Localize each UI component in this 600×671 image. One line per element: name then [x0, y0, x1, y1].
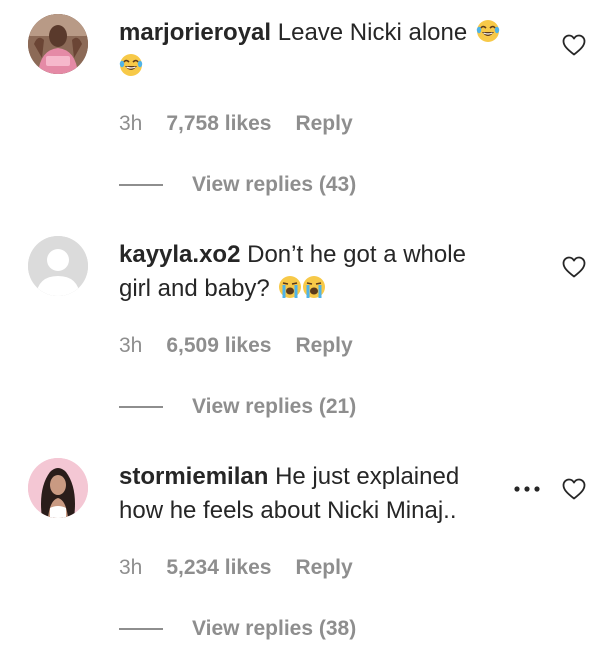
comment-time: 3h — [119, 112, 143, 135]
avatar[interactable] — [28, 14, 88, 74]
comment-meta: 3h 5,234 likes Reply — [119, 553, 353, 583]
comment-likes[interactable]: 5,234 likes — [166, 556, 271, 580]
comment-body: Leave Nicki alone — [277, 19, 468, 46]
view-replies-button[interactable]: View replies (43) — [119, 170, 356, 200]
comment-likes[interactable]: 7,758 likes — [166, 112, 271, 136]
avatar[interactable] — [28, 236, 88, 296]
comment-text: stormiemilan He just explained how he fe… — [119, 460, 504, 528]
heart-outline-icon[interactable] — [562, 478, 586, 500]
more-options-icon[interactable] — [512, 484, 542, 494]
comment-text: kayyla.xo2 Don’t he got a whole girl and… — [119, 238, 504, 306]
face-with-tears-of-joy-emoji — [119, 54, 143, 76]
reply-button[interactable]: Reply — [295, 556, 352, 580]
reply-button[interactable]: Reply — [295, 334, 352, 358]
comment-username[interactable]: kayyla.xo2 — [119, 241, 240, 268]
comment-item: stormiemilan He just explained how he fe… — [0, 444, 600, 666]
comment-text: marjorieroyal Leave Nicki alone — [119, 16, 504, 84]
divider-line — [119, 628, 163, 630]
avatar[interactable] — [28, 458, 88, 518]
loudly-crying-face-emoji — [279, 276, 302, 298]
comment-time: 3h — [119, 556, 143, 579]
comment-username[interactable]: marjorieroyal — [119, 19, 271, 46]
comment-meta: 3h 7,758 likes Reply — [119, 109, 353, 139]
comment-item: kayyla.xo2 Don’t he got a whole girl and… — [0, 222, 600, 444]
comment-meta: 3h 6,509 likes Reply — [119, 331, 353, 361]
comment-item: marjorieroyal Leave Nicki alone 3h 7,758… — [0, 0, 600, 222]
comment-time: 3h — [119, 334, 143, 357]
divider-line — [119, 406, 163, 408]
reply-button[interactable]: Reply — [295, 112, 352, 136]
comment-username[interactable]: stormiemilan — [119, 463, 268, 490]
view-replies-button[interactable]: View replies (38) — [119, 614, 356, 644]
divider-line — [119, 184, 163, 186]
view-replies-button[interactable]: View replies (21) — [119, 392, 356, 422]
loudly-crying-face-emoji — [303, 276, 326, 298]
heart-outline-icon[interactable] — [562, 34, 586, 56]
view-replies-label: View replies (21) — [192, 395, 357, 418]
view-replies-label: View replies (38) — [192, 617, 357, 640]
face-with-tears-of-joy-emoji — [476, 20, 500, 42]
heart-outline-icon[interactable] — [562, 256, 586, 278]
view-replies-label: View replies (43) — [192, 173, 357, 196]
comment-likes[interactable]: 6,509 likes — [166, 334, 271, 358]
